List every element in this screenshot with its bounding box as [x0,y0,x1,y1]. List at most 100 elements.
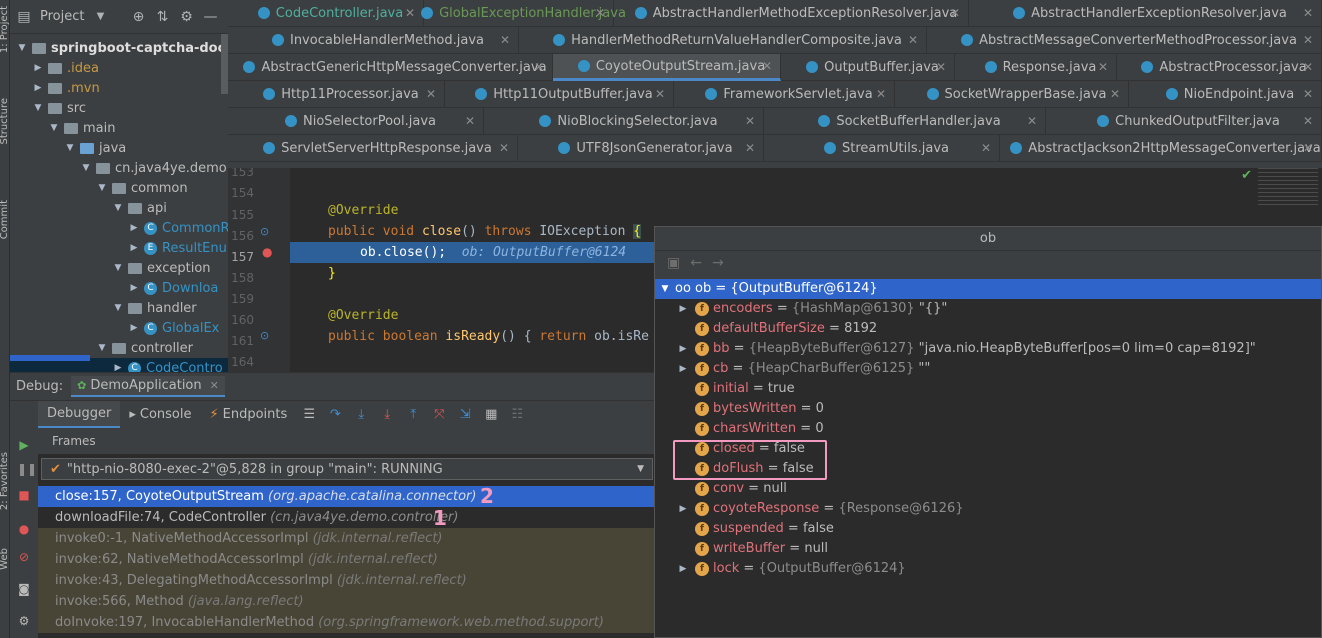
tree-item[interactable]: ▶ E ResultEnu [128,238,227,258]
evaluate-icon[interactable]: ▦ [478,407,504,422]
editor-tab[interactable]: UTF8JsonGenerator.java ✕ [518,135,764,162]
drop-frame-icon[interactable]: ⤧ [426,407,452,422]
force-step-into-icon[interactable]: ⤓ [374,407,400,422]
collapsed-arrow-icon[interactable]: ▶ [128,283,140,293]
var-row[interactable]: f writeBuffer = null [655,539,1321,559]
close-tab-icon[interactable]: ✕ [1303,141,1313,155]
close-tab-icon[interactable]: ✕ [745,114,755,128]
var-row[interactable]: f charsWritten = 0 [655,419,1321,439]
close-tab-icon[interactable]: ✕ [1303,33,1313,47]
close-tab-icon[interactable]: ✕ [762,59,772,73]
close-tab-icon[interactable]: ✕ [499,141,509,155]
editor-tab[interactable]: Response.java ✕ [955,54,1117,81]
inspection-ok-icon[interactable]: ✔ [1241,168,1252,183]
tree-item[interactable]: ▼ main [48,118,116,138]
editor-tab[interactable]: SocketBufferHandler.java ✕ [764,108,1046,135]
expand-arrow-icon[interactable]: ▶ [677,339,689,359]
close-session-icon[interactable]: ✕ [210,379,219,392]
hide-panel-icon[interactable]: — [202,9,218,25]
editor-tab[interactable]: AbstractGenericHttpMessageConverter.java… [228,54,553,81]
var-row[interactable]: ▶ f cb = {HeapCharBuffer@6125} "" [655,359,1321,379]
step-into-icon[interactable]: ⤓ [348,407,374,422]
collapsed-arrow-icon[interactable]: ▶ [32,63,44,73]
resume-icon[interactable]: ▶ [17,438,31,452]
close-tab-icon[interactable]: ✕ [595,6,605,20]
var-row[interactable]: ▶ f coyoteResponse = {Response@6126} [655,499,1321,519]
breakpoint-icon[interactable]: ● [262,245,272,259]
editor-tab[interactable]: AbstractMessageConverterMethodProcessor.… [927,27,1322,54]
var-row[interactable]: f bytesWritten = 0 [655,399,1321,419]
pause-icon[interactable]: ❚❚ [17,462,37,476]
frame-row[interactable]: invoke:62, NativeMethodAccessorImpl (jdk… [38,549,656,570]
expand-arrow-icon[interactable]: ▶ [677,359,689,379]
debug-session-tab[interactable]: ✿ DemoApplication ✕ [71,376,225,397]
step-over-icon[interactable]: ↷ [322,407,348,422]
editor-tab[interactable]: InvocableHandlerMethod.java ✕ [228,27,519,54]
tree-item[interactable]: ▼ handler [112,298,197,318]
editor-tab[interactable]: Http11OutputBuffer.java ✕ [445,81,674,108]
frame-row[interactable]: close:157, CoyoteOutputStream (org.apach… [38,486,656,507]
expanded-arrow-icon[interactable]: ▼ [112,263,124,273]
popup-folder-icon[interactable]: ▣ [667,255,680,271]
expand-arrow-icon[interactable]: ▼ [659,279,671,299]
expanded-arrow-icon[interactable]: ▼ [112,303,124,313]
settings-gear-icon[interactable]: ⚙ [178,9,194,25]
editor-tab[interactable]: NioEndpoint.java ✕ [1129,81,1322,108]
tree-scrollbar[interactable] [221,34,228,94]
thread-selector[interactable]: ✔ "http-nio-8080-exec-2"@5,828 in group … [41,458,653,480]
frame-row[interactable]: downloadFile:74, CodeController (cn.java… [38,507,656,528]
tree-item[interactable]: ▼ exception [112,258,211,278]
tree-scroll-indicator[interactable] [10,355,90,361]
tree-item[interactable]: ▼ api [112,198,167,218]
close-tab-icon[interactable]: ✕ [426,87,436,101]
frame-row[interactable]: doInvoke:197, InvocableHandlerMethod (or… [38,612,656,633]
tree-item[interactable]: ▶ C Downloa [128,278,219,298]
tree-item[interactable]: ▼ src [32,98,86,118]
close-tab-icon[interactable]: ✕ [655,87,665,101]
override-marker-icon[interactable]: ⊙ [260,225,269,238]
expand-arrow-icon[interactable]: ▶ [677,299,689,319]
expanded-arrow-icon[interactable]: ▼ [80,163,92,173]
camera-icon[interactable]: ◙ [17,582,31,596]
editor-tab[interactable]: Http11Processor.java ✕ [228,81,445,108]
editor-tab[interactable]: AbstractHandlerExceptionResolver.java ✕ [969,0,1322,27]
editor-tab[interactable]: OutputBuffer.java ✕ [781,54,955,81]
close-tab-icon[interactable]: ✕ [1303,6,1313,20]
close-tab-icon[interactable]: ✕ [936,60,946,74]
step-out-icon[interactable]: ⤒ [400,407,426,422]
tree-item[interactable]: ▼ springboot-captcha-docker [16,38,228,58]
expanded-arrow-icon[interactable]: ▼ [64,143,76,153]
expanded-arrow-icon[interactable]: ▼ [112,203,124,213]
forward-arrow-icon[interactable]: → [712,255,724,271]
locate-icon[interactable]: ⊕ [130,9,146,25]
var-row[interactable]: f conv = null [655,479,1321,499]
editor-tab[interactable]: NioBlockingSelector.java ✕ [484,108,764,135]
frame-row[interactable]: invoke0:-1, NativeMethodAccessorImpl (jd… [38,528,656,549]
var-row[interactable]: f initial = true [655,379,1321,399]
collapsed-arrow-icon[interactable]: ▶ [128,323,140,333]
collapsed-arrow-icon[interactable]: ▶ [128,223,140,233]
editor-tab[interactable]: SocketWrapperBase.java ✕ [895,81,1129,108]
close-tab-icon[interactable]: ✕ [465,114,475,128]
editor-tab[interactable]: ChunkedOutputFilter.java ✕ [1046,108,1322,135]
editor-tab[interactable]: StreamUtils.java ✕ [764,135,1000,162]
tree-item[interactable]: ▼ cn.java4ye.demo [80,158,227,178]
editor-tab[interactable]: CoyoteOutputStream.java ✕ [553,54,781,81]
stop-icon[interactable]: ■ [17,488,31,502]
close-tab-icon[interactable]: ✕ [981,141,991,155]
editor-tab[interactable]: ServletServerHttpResponse.java ✕ [228,135,518,162]
project-title[interactable]: Project [40,9,84,24]
tab-console[interactable]: ▸ Console [120,401,200,429]
close-tab-icon[interactable]: ✕ [1303,87,1313,101]
close-tab-icon[interactable]: ✕ [1098,60,1108,74]
close-tab-icon[interactable]: ✕ [1303,114,1313,128]
expanded-arrow-icon[interactable]: ▼ [16,43,28,53]
var-row[interactable]: ▶ f lock = {OutputBuffer@6124} [655,559,1321,579]
var-row[interactable]: ▶ f encoders = {HashMap@6130} "{}" [655,299,1321,319]
close-tab-icon[interactable]: ✕ [1027,114,1037,128]
tree-item[interactable]: ▼ common [96,178,188,198]
frame-row[interactable]: invoke:566, Method (java.lang.reflect) [38,591,656,612]
collapsed-arrow-icon[interactable]: ▶ [128,243,140,253]
editor-tab[interactable]: HandlerMethodReturnValueHandlerComposite… [519,27,927,54]
close-tab-icon[interactable]: ✕ [950,6,960,20]
